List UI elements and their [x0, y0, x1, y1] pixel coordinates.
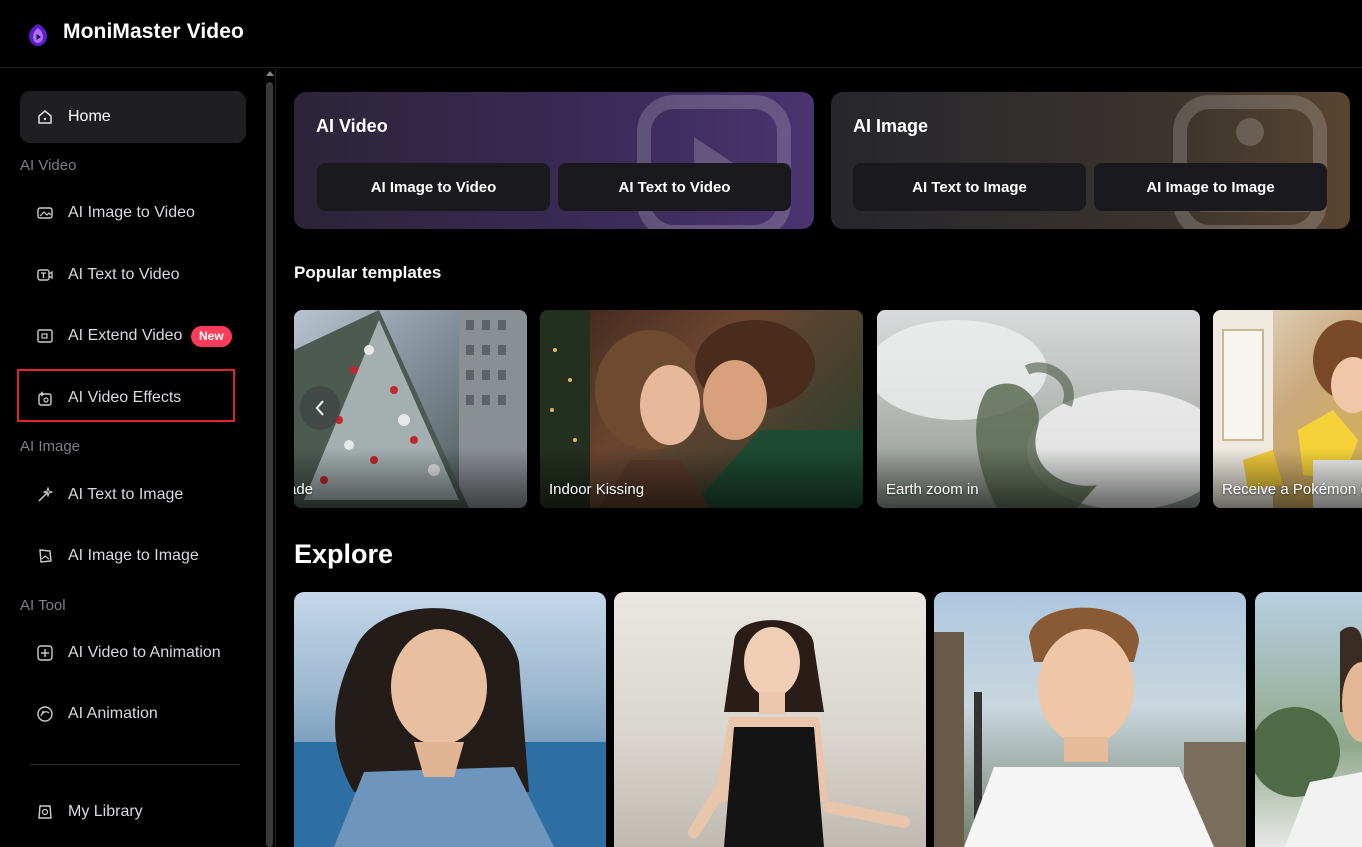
explore-card[interactable]	[1255, 592, 1362, 847]
sidebar-item-ai-text-to-image[interactable]: AI Text to Image	[20, 469, 246, 521]
ai-image-card-title: AI Image	[853, 116, 929, 136]
sidebar-divider	[275, 69, 276, 847]
magic-wand-icon	[38, 486, 54, 502]
sidebar-item-ai-image-to-image[interactable]: AI Image to Image	[20, 530, 246, 582]
sidebar-separator	[30, 764, 240, 765]
ai-video-card: AI Video AI Image to Video AI Text to Vi…	[294, 92, 814, 229]
animation-plus-icon	[37, 645, 53, 661]
explore-card[interactable]	[934, 592, 1246, 847]
extend-video-icon	[37, 329, 53, 343]
young-man-portrait-image	[934, 607, 1246, 847]
section-label-ai-tool: AI Tool	[20, 597, 66, 614]
ai-video-card-title: AI Video	[316, 116, 388, 136]
app-title[interactable]: MoniMaster Video	[63, 20, 244, 44]
scroll-up-arrow-icon[interactable]	[266, 71, 274, 76]
explore-heading: Explore	[294, 539, 394, 569]
sidebar-item-label: AI Image to Video	[68, 204, 195, 221]
top-bar: MoniMaster Video	[0, 0, 1362, 68]
sidebar-item-home[interactable]: Home	[20, 91, 246, 143]
sidebar-item-label: AI Video Effects	[68, 389, 182, 406]
image-transform-icon	[39, 549, 52, 563]
template-card[interactable]: Indoor Kissing	[540, 310, 863, 508]
explore-card[interactable]	[294, 592, 606, 847]
template-caption: ade	[294, 481, 314, 498]
explore-card[interactable]	[614, 592, 926, 847]
section-label-ai-video: AI Video	[20, 157, 77, 174]
caption-gradient	[877, 448, 1200, 508]
sidebar-item-ai-animation[interactable]: AI Animation	[20, 688, 246, 740]
sidebar-item-label: AI Text to Image	[68, 486, 184, 503]
ai-image-to-video-button[interactable]: AI Image to Video	[317, 163, 550, 211]
ai-image-to-image-button[interactable]: AI Image to Image	[1094, 163, 1327, 211]
sidebar-item-ai-extend-video[interactable]: AI Extend Video New	[20, 310, 246, 362]
ai-text-to-image-button[interactable]: AI Text to Image	[853, 163, 1086, 211]
template-card[interactable]: Earth zoom in	[877, 310, 1200, 508]
template-card[interactable]: Receive a Pokémon (	[1213, 310, 1362, 508]
sidebar-item-label: AI Image to Image	[68, 547, 199, 564]
template-caption: Earth zoom in	[886, 481, 979, 498]
sidebar-item-label: AI Video to Animation	[68, 644, 221, 661]
caption-gradient	[294, 448, 527, 508]
sidebar-item-label: AI Text to Video	[68, 266, 180, 283]
caption-gradient	[540, 448, 863, 508]
sidebar-item-ai-text-to-video[interactable]: AI Text to Video	[20, 249, 246, 301]
woman-black-dress-image	[688, 620, 910, 847]
new-badge: New	[191, 326, 232, 347]
popular-templates-heading: Popular templates	[294, 263, 442, 282]
sidebar-scrollbar-thumb[interactable]	[266, 82, 273, 847]
section-label-ai-image: AI Image	[20, 438, 81, 455]
image-video-icon	[37, 207, 53, 219]
sidebar-item-ai-video-to-animation[interactable]: AI Video to Animation	[20, 627, 246, 679]
ai-text-to-video-button[interactable]: AI Text to Video	[558, 163, 791, 211]
man-portrait-image	[1255, 626, 1362, 847]
ai-image-card: AI Image AI Text to Image AI Image to Im…	[831, 92, 1350, 229]
carousel-prev-button[interactable]	[300, 386, 340, 430]
library-icon	[38, 805, 52, 819]
sidebar-item-label: AI Extend Video	[68, 327, 183, 344]
caption-gradient	[1213, 448, 1362, 508]
template-caption: Indoor Kissing	[549, 481, 645, 498]
sidebar-item-label: AI Animation	[68, 705, 158, 722]
sidebar-item-label: My Library	[68, 803, 143, 820]
sidebar-item-ai-image-to-video[interactable]: AI Image to Video	[20, 187, 246, 239]
home-icon	[38, 110, 52, 124]
video-effects-icon	[38, 391, 52, 406]
text-video-icon	[37, 269, 53, 281]
app-logo-icon[interactable]	[26, 19, 50, 47]
sidebar-item-ai-video-effects[interactable]: AI Video Effects	[20, 372, 246, 424]
sidebar-item-label: Home	[68, 108, 111, 125]
sidebar-item-my-library[interactable]: My Library	[20, 786, 246, 838]
template-caption: Receive a Pokémon (	[1222, 481, 1362, 498]
animation-icon	[37, 706, 53, 722]
chevron-left-icon	[315, 400, 324, 416]
woman-portrait-image	[294, 608, 606, 847]
